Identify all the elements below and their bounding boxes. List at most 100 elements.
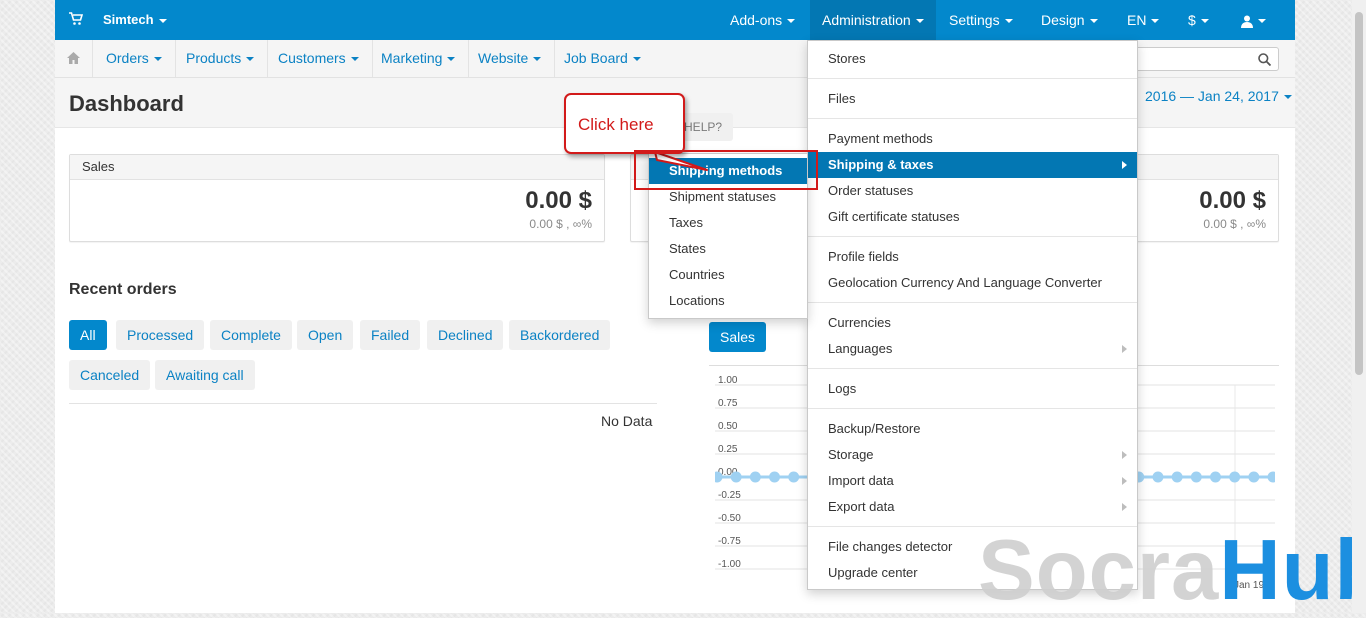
admin-menu-item[interactable]: Export data	[808, 494, 1137, 520]
admin-menu-item[interactable]: Storage	[808, 442, 1137, 468]
data-point[interactable]	[1267, 471, 1276, 483]
chart-tab-sales[interactable]: Sales	[709, 322, 766, 352]
data-point[interactable]	[788, 471, 800, 483]
y-tick-label: -0.75	[718, 536, 741, 547]
nav-job-board[interactable]: Job Board	[551, 40, 654, 77]
divider	[69, 403, 657, 404]
admin-menu-item-label: Stores	[828, 51, 866, 66]
cart-icon[interactable]	[69, 12, 83, 26]
admin-menu-item[interactable]: Gift certificate statuses	[808, 204, 1137, 230]
menu-separator	[808, 408, 1137, 409]
chevron-down-icon	[447, 57, 456, 62]
date-range-picker[interactable]: 2016 — Jan 24, 2017	[1145, 88, 1292, 104]
filter-processed[interactable]: Processed	[116, 320, 205, 350]
home-icon	[67, 52, 80, 64]
chevron-right-icon	[1122, 503, 1127, 511]
nav-orders[interactable]: Orders	[93, 40, 176, 77]
stats-card-value: 0.00 $	[1199, 187, 1266, 214]
filter-open[interactable]: Open	[297, 320, 354, 350]
menu-settings[interactable]: Settings	[937, 0, 1025, 40]
nav-job-board-label: Job Board	[564, 50, 628, 66]
menu-design[interactable]: Design	[1029, 0, 1110, 40]
admin-menu-item[interactable]: Stores	[808, 46, 1137, 72]
sales-card-title: Sales	[70, 155, 604, 180]
admin-menu-item[interactable]: Languages	[808, 336, 1137, 362]
nav-marketing[interactable]: Marketing	[368, 40, 470, 77]
admin-menu-item[interactable]: Geolocation Currency And Language Conver…	[808, 270, 1137, 296]
home-button[interactable]	[55, 40, 93, 77]
admin-menu-item-label: Geolocation Currency And Language Conver…	[828, 275, 1102, 290]
admin-menu-item[interactable]: Import data	[808, 468, 1137, 494]
admin-menu-item-label: Export data	[828, 499, 895, 514]
menu-separator	[808, 118, 1137, 119]
filter-declined[interactable]: Declined	[427, 320, 504, 350]
nav-customers[interactable]: Customers	[265, 40, 373, 77]
filter-failed[interactable]: Failed	[360, 320, 421, 350]
shipping-submenu-item[interactable]: Countries	[649, 262, 807, 288]
admin-menu-item-label: Backup/Restore	[828, 421, 921, 436]
admin-menu-item[interactable]: Logs	[808, 376, 1137, 402]
search-icon[interactable]	[1258, 53, 1271, 66]
search-input[interactable]	[1135, 47, 1279, 71]
chevron-down-icon	[632, 57, 641, 62]
data-point[interactable]	[730, 471, 742, 483]
admin-menu-item[interactable]: Files	[808, 86, 1137, 112]
admin-menu-item[interactable]: Backup/Restore	[808, 416, 1137, 442]
nav-website[interactable]: Website	[465, 40, 556, 77]
admin-menu-item[interactable]: Currencies	[808, 310, 1137, 336]
filter-backordered[interactable]: Backordered	[509, 320, 611, 350]
nav-products[interactable]: Products	[173, 40, 269, 77]
nav-orders-label: Orders	[106, 50, 149, 66]
data-point[interactable]	[749, 471, 761, 483]
filter-complete[interactable]: Complete	[210, 320, 292, 350]
store-label: Simtech	[103, 12, 154, 27]
app-window: Simtech Add-ons Administration Settings …	[55, 0, 1295, 613]
y-tick-label: -0.25	[718, 490, 741, 501]
admin-menu-item-label: Files	[828, 91, 856, 106]
admin-menu-item[interactable]: Order statuses	[808, 178, 1137, 204]
filter-awaiting-call[interactable]: Awaiting call	[155, 360, 255, 390]
data-point[interactable]	[1209, 471, 1221, 483]
y-tick-label: 0.75	[718, 398, 738, 409]
click-here-callout: Click here	[564, 93, 685, 154]
store-selector[interactable]: Simtech	[103, 12, 167, 27]
admin-menu-item[interactable]: Profile fields	[808, 244, 1137, 270]
menu-administration[interactable]: Administration	[810, 0, 936, 40]
filter-canceled[interactable]: Canceled	[69, 360, 151, 390]
chevron-down-icon	[1151, 19, 1160, 24]
chevron-down-icon	[1258, 19, 1266, 24]
chevron-down-icon	[158, 18, 167, 23]
sales-card: Sales 0.00 $ 0.00 $ , ∞%	[69, 154, 605, 242]
filter-all[interactable]: All	[69, 320, 107, 350]
menu-language-label: EN	[1127, 12, 1147, 28]
menu-administration-label: Administration	[822, 12, 911, 28]
shipping-submenu-item[interactable]: States	[649, 236, 807, 262]
chevron-down-icon	[1200, 19, 1209, 24]
data-point[interactable]	[1229, 471, 1241, 483]
watermark-part1: Socra	[978, 523, 1220, 618]
data-point[interactable]	[1248, 471, 1260, 483]
chevron-right-icon	[1122, 161, 1127, 169]
menu-user[interactable]	[1229, 0, 1278, 40]
nav-marketing-label: Marketing	[381, 50, 443, 66]
shipping-submenu-item[interactable]: Taxes	[649, 210, 807, 236]
scrollbar-thumb[interactable]	[1355, 12, 1363, 375]
menu-currency[interactable]: $	[1176, 0, 1221, 40]
menu-design-label: Design	[1041, 12, 1085, 28]
admin-menu-item[interactable]: Shipping & taxes	[808, 152, 1137, 178]
menu-addons[interactable]: Add-ons	[718, 0, 807, 40]
admin-menu-item[interactable]: Payment methods	[808, 126, 1137, 152]
vertical-scrollbar[interactable]	[1352, 0, 1366, 613]
data-point[interactable]	[1152, 471, 1164, 483]
shipping-submenu-item[interactable]: Locations	[649, 288, 807, 314]
chevron-down-icon	[246, 57, 255, 62]
chevron-down-icon	[1283, 95, 1292, 100]
menu-settings-label: Settings	[949, 12, 1000, 28]
chevron-down-icon	[350, 57, 359, 62]
chevron-down-icon	[1089, 19, 1098, 24]
menu-language[interactable]: EN	[1115, 0, 1171, 40]
data-point[interactable]	[1190, 471, 1202, 483]
data-point[interactable]	[1171, 471, 1183, 483]
data-point[interactable]	[769, 471, 781, 483]
date-range-label: 2016 — Jan 24, 2017	[1145, 88, 1279, 104]
